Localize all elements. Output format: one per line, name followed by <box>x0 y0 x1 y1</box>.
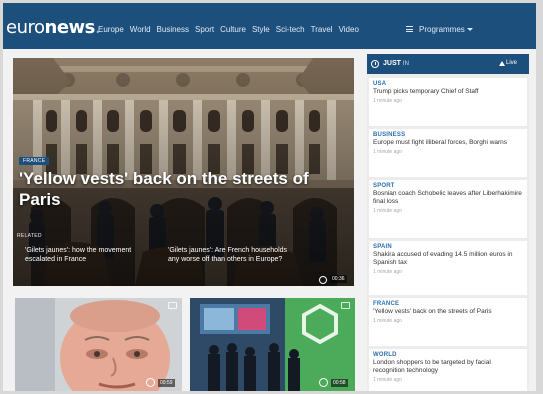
camera-icon <box>168 302 177 309</box>
nav-item-style[interactable]: Style <box>252 25 270 34</box>
play-icon[interactable] <box>319 378 328 387</box>
news-timestamp: 1 minute ago <box>373 269 402 275</box>
news-timestamp: 1 minute ago <box>373 377 402 383</box>
news-headline[interactable]: London shoppers to be targeted by facial… <box>373 359 523 375</box>
news-item[interactable]: FRANCE 'Yellow vests' back on the street… <box>369 298 527 346</box>
video-duration: 00:59 <box>158 379 175 387</box>
story-thumbnail-man-portrait <box>15 298 182 391</box>
news-item[interactable]: BUSINESS Europe must fight illiberal for… <box>369 129 527 177</box>
browser-viewport: euronews. Europe World Business Sport Cu… <box>3 3 536 391</box>
hamburger-menu-icon[interactable] <box>406 26 413 32</box>
story-card[interactable]: 00:59 <box>15 298 182 391</box>
just-in-title: JUST IN <box>383 60 409 67</box>
hero-story[interactable]: FRANCE 'Yellow vests' back on the street… <box>13 58 354 286</box>
news-category[interactable]: BUSINESS <box>373 132 523 138</box>
news-item[interactable]: SPORT Bosnian coach Schobelic leaves aft… <box>369 180 527 238</box>
nav-item-travel[interactable]: Travel <box>311 25 333 34</box>
nav-item-sci-tech[interactable]: Sci-tech <box>276 25 305 34</box>
news-timestamp: 1 minute ago <box>373 98 402 104</box>
programmes-label: Programmes <box>419 25 465 34</box>
video-duration: 00:36 <box>330 275 347 283</box>
hero-headline[interactable]: 'Yellow vests' back on the streets of Pa… <box>19 168 319 210</box>
news-headline[interactable]: 'Yellow vests' back on the streets of Pa… <box>373 308 523 316</box>
news-category[interactable]: USA <box>373 81 523 87</box>
hero-category-badge[interactable]: FRANCE <box>19 157 50 165</box>
nav-item-world[interactable]: World <box>130 25 151 34</box>
top-navigation-bar: euronews. Europe World Business Sport Cu… <box>3 3 536 49</box>
news-item[interactable]: SPAIN Shakira accused of evading 14.5 mi… <box>369 241 527 295</box>
euronews-logo[interactable]: euronews. <box>6 17 101 38</box>
live-button[interactable]: Live <box>506 60 517 66</box>
main-nav: Europe World Business Sport Culture Styl… <box>98 25 365 34</box>
programmes-dropdown[interactable]: Programmes <box>419 25 473 34</box>
nav-item-culture[interactable]: Culture <box>220 25 246 34</box>
camera-icon <box>341 302 350 309</box>
news-headline[interactable]: Europe must fight illiberal forces, Borg… <box>373 139 523 147</box>
news-item[interactable]: WORLD London shoppers to be targeted by … <box>369 349 527 391</box>
news-timestamp: 1 minute ago <box>373 149 402 155</box>
news-headline[interactable]: Shakira accused of evading 14.5 million … <box>373 251 523 267</box>
clock-icon <box>371 60 379 68</box>
related-label: RELATED <box>17 233 42 239</box>
news-category[interactable]: SPORT <box>373 183 523 189</box>
nav-item-sport[interactable]: Sport <box>195 25 214 34</box>
nav-item-europe[interactable]: Europe <box>98 25 124 34</box>
chevron-down-icon <box>466 28 473 32</box>
story-card[interactable]: 00:58 <box>190 298 355 391</box>
news-category[interactable]: SPAIN <box>373 244 523 250</box>
video-duration: 00:58 <box>331 379 348 387</box>
live-icon[interactable] <box>499 61 505 66</box>
news-headline[interactable]: Trump picks temporary Chief of Staff <box>373 88 523 96</box>
news-category[interactable]: WORLD <box>373 352 523 358</box>
just-in-panel: JUST IN Live USA Trump picks temporary Ch… <box>367 54 529 391</box>
just-in-header: JUST IN Live <box>367 54 529 74</box>
news-item[interactable]: USA Trump picks temporary Chief of Staff… <box>369 78 527 126</box>
story-thumbnail-shoppers <box>190 298 355 391</box>
play-icon[interactable] <box>146 378 155 387</box>
related-link[interactable]: 'Gilets jaunes': Are French households a… <box>168 247 298 264</box>
news-headline[interactable]: Bosnian coach Schobelic leaves after Lib… <box>373 190 523 206</box>
nav-item-business[interactable]: Business <box>157 25 189 34</box>
nav-item-video[interactable]: Video <box>339 25 359 34</box>
news-timestamp: 1 minute ago <box>373 208 402 214</box>
news-timestamp: 1 minute ago <box>373 318 402 324</box>
related-link[interactable]: 'Gilets jaunes': how the movement escala… <box>25 247 135 264</box>
news-category[interactable]: FRANCE <box>373 301 523 307</box>
play-icon[interactable] <box>319 276 327 284</box>
